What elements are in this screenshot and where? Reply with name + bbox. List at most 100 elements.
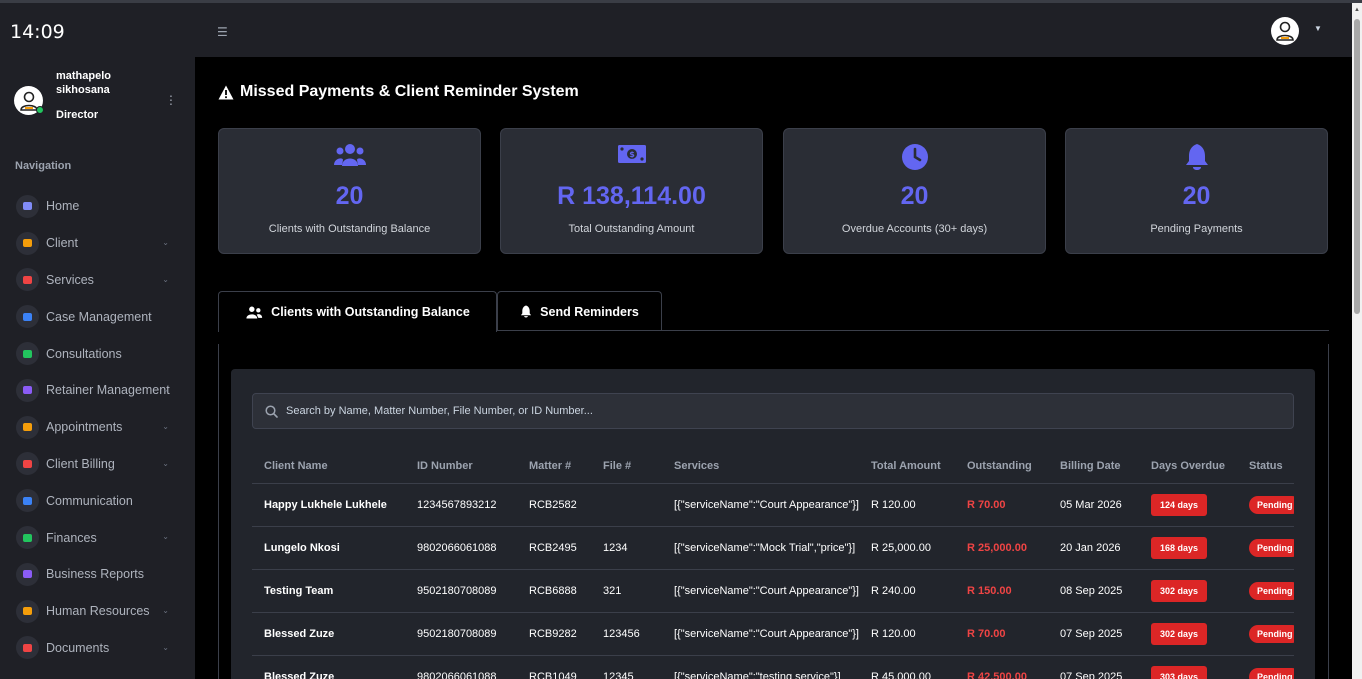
column-header[interactable]: Total Amount xyxy=(859,449,955,484)
sidebar-item-client[interactable]: Client ⌄ xyxy=(0,225,195,262)
sidebar-item-consultations[interactable]: Consultations xyxy=(0,335,195,372)
user-name: mathapelo sikhosana xyxy=(56,70,112,96)
chevron-down-icon[interactable]: ⌄ xyxy=(162,238,169,247)
days-overdue-cell: 124 days xyxy=(1139,483,1237,527)
column-header[interactable]: ID Number xyxy=(405,449,517,484)
days-overdue-badge: 303 days xyxy=(1151,665,1208,679)
sidebar-item-business-reports[interactable]: Business Reports xyxy=(0,556,195,593)
money-icon: $ xyxy=(617,145,646,163)
documents-icon xyxy=(16,636,39,660)
sidebar-item-case-management[interactable]: Case Management xyxy=(0,298,195,335)
total-cell: R 25,000.00 xyxy=(859,526,955,570)
column-header[interactable]: Status xyxy=(1237,449,1294,484)
nav-title: Navigation xyxy=(15,160,72,172)
tab-label: Clients with Outstanding Balance xyxy=(271,305,470,319)
chevron-down-icon[interactable]: ⌄ xyxy=(162,275,169,284)
stat-label: Pending Payments xyxy=(1150,223,1243,235)
chevron-down-icon[interactable]: ⌄ xyxy=(162,459,169,468)
date-cell: 08 Sep 2025 xyxy=(1048,569,1139,613)
sidebar-item-retainer-management[interactable]: Retainer Management ⌄ xyxy=(0,372,195,409)
days-overdue-cell: 168 days xyxy=(1139,526,1237,570)
status-badge: Pending xyxy=(1249,624,1294,643)
id-cell: 9802066061088 xyxy=(405,526,517,570)
kebab-menu-icon[interactable]: · · · xyxy=(166,88,176,110)
appointments-icon xyxy=(16,415,39,439)
clients-table: Client Name ID Number Matter # File # Servic… xyxy=(252,449,1294,679)
services-cell: [{"serviceName":"Court Appearance"}] xyxy=(662,612,859,656)
outstanding-cell: R 70.00 xyxy=(955,612,1048,656)
table-row[interactable]: Blessed Zuze 9502180708089 RCB9282 123456[{… xyxy=(252,612,1294,656)
clock-icon xyxy=(901,144,928,170)
search-input[interactable] xyxy=(286,405,1186,417)
clock: 14:09 xyxy=(10,21,65,43)
date-cell: 20 Jan 2026 xyxy=(1048,526,1139,570)
chevron-down-icon[interactable]: ⌄ xyxy=(162,606,169,615)
stat-label: Total Outstanding Amount xyxy=(568,223,695,235)
chevron-down-icon[interactable]: ⌄ xyxy=(162,643,169,652)
status-cell: Pending xyxy=(1237,655,1294,679)
column-header[interactable]: Client Name xyxy=(252,449,405,484)
sidebar-item-documents[interactable]: Documents ⌄ xyxy=(0,630,195,667)
sidebar-item-communication[interactable]: Communication xyxy=(0,482,195,519)
stat-card-outstanding-amount: $ R 138,114.00 Total Outstanding Amount xyxy=(500,128,763,254)
scroll-up-arrow-icon[interactable]: ▲ xyxy=(1354,7,1360,13)
table-row[interactable]: Happy Lukhele Lukhele 1234567893212 RCB258… xyxy=(252,483,1294,527)
scrollbar-thumb[interactable] xyxy=(1354,19,1360,314)
case-management-icon xyxy=(16,305,39,329)
outstanding-balance-panel: Client NameID NumberMatter #File #Servic… xyxy=(231,369,1315,679)
sidebar-item-finances[interactable]: Finances ⌄ xyxy=(0,519,195,556)
days-overdue-badge: 168 days xyxy=(1151,536,1208,559)
sidebar-item-label: Retainer Management xyxy=(46,383,170,398)
table-row[interactable]: Lungelo Nkosi 9802066061088 RCB2495 1234 [{"… xyxy=(252,526,1294,570)
caret-down-icon[interactable]: ▼ xyxy=(1314,24,1322,33)
matter-cell: RCB2495 xyxy=(517,526,591,570)
tab-outstanding-balance[interactable]: Clients with Outstanding Balance xyxy=(218,291,497,332)
tab-send-reminders[interactable]: Send Reminders xyxy=(497,291,662,331)
sidebar-item-services[interactable]: Services ⌄ xyxy=(0,262,195,299)
name-cell: Happy Lukhele Lukhele xyxy=(252,483,405,527)
stat-value: 20 xyxy=(1182,182,1211,210)
sidebar-item-human-resources[interactable]: Human Resources ⌄ xyxy=(0,593,195,630)
vertical-scrollbar[interactable]: ▲ xyxy=(1352,3,1362,679)
column-header[interactable]: Billing Date xyxy=(1048,449,1139,484)
tab-label: Send Reminders xyxy=(540,304,639,319)
column-header[interactable]: File # xyxy=(591,449,662,484)
table-row[interactable]: Testing Team 9502180708089 RCB6888 321 [{"se… xyxy=(252,569,1294,613)
online-indicator xyxy=(36,106,44,114)
days-overdue-badge: 302 days xyxy=(1151,622,1208,645)
status-badge: Pending xyxy=(1249,495,1294,514)
chevron-down-icon[interactable]: ⌄ xyxy=(162,532,169,541)
outstanding-cell: R 42,500.00 xyxy=(955,655,1048,679)
sidebar-item-client-billing[interactable]: Client Billing ⌄ xyxy=(0,446,195,483)
sidebar-item-appointments[interactable]: Appointments ⌄ xyxy=(0,409,195,446)
sidebar-item-label: Services xyxy=(46,272,94,287)
table-body: Happy Lukhele Lukhele 1234567893212 RCB258… xyxy=(252,483,1294,679)
column-header[interactable]: Matter # xyxy=(517,449,591,484)
column-header[interactable]: Services xyxy=(662,449,859,484)
sidebar-item-label: Client Billing xyxy=(46,456,115,471)
consultations-icon xyxy=(16,342,39,366)
sidebar-item-label: Client xyxy=(46,236,78,251)
sidebar-item-home[interactable]: Home xyxy=(0,188,195,225)
table-row[interactable]: Blessed Zuze 9802066061088 RCB1049 12345 [{"… xyxy=(252,655,1294,679)
sidebar: 14:09 mathapelo sikhosana Director · · · N… xyxy=(0,3,195,679)
sidebar-item-label: Appointments xyxy=(46,420,123,435)
chevron-down-icon[interactable]: ⌄ xyxy=(162,422,169,431)
tab-bar: Clients with Outstanding Balance Send Re… xyxy=(218,291,1329,332)
header-avatar[interactable] xyxy=(1271,17,1299,45)
stat-label: Clients with Outstanding Balance xyxy=(268,223,431,235)
client-icon xyxy=(16,231,39,255)
sidebar-item-label: Finances xyxy=(46,530,97,545)
avatar[interactable] xyxy=(14,86,44,115)
column-header[interactable]: Outstanding xyxy=(955,449,1048,484)
services-cell: [{"serviceName":"Court Appearance"}] xyxy=(662,569,859,613)
column-header[interactable]: Days Overdue xyxy=(1139,449,1237,484)
days-overdue-badge: 302 days xyxy=(1151,579,1208,602)
top-header: ☰ ▼ xyxy=(195,3,1352,57)
sidebar-item-label: Business Reports xyxy=(46,567,144,582)
chevron-down-icon[interactable]: ⌄ xyxy=(162,385,169,394)
hamburger-menu-icon[interactable]: ☰ xyxy=(217,25,228,39)
outstanding-cell: R 150.00 xyxy=(955,569,1048,613)
retainer-management-icon xyxy=(16,378,39,402)
status-badge: Pending xyxy=(1249,581,1294,600)
